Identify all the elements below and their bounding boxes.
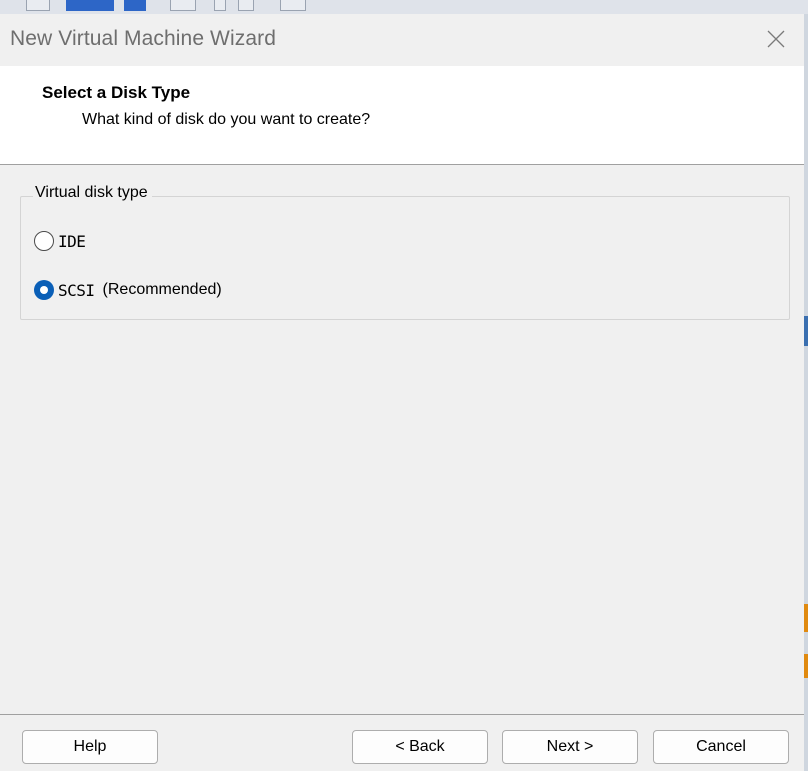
window-title: New Virtual Machine Wizard	[10, 27, 276, 50]
background-edge-mark	[804, 316, 808, 346]
background-toolbar-icon	[280, 0, 306, 11]
background-toolbar-icon	[214, 0, 226, 11]
wizard-header: Select a Disk Type What kind of disk do …	[0, 66, 804, 165]
radio-option-ide[interactable]: IDE	[34, 231, 86, 251]
background-toolbar-icon	[66, 0, 114, 11]
background-app-edge	[804, 14, 808, 771]
background-edge-mark	[804, 604, 808, 632]
radio-button-ide[interactable]	[34, 231, 54, 251]
radio-label-ide: IDE	[58, 231, 86, 251]
back-button[interactable]: < Back	[352, 730, 488, 764]
radio-label-scsi: SCSI	[58, 280, 95, 300]
background-toolbar-icon	[238, 0, 254, 11]
title-bar[interactable]: New Virtual Machine Wizard	[0, 14, 804, 66]
background-app-strip	[0, 0, 808, 14]
help-button[interactable]: Help	[22, 730, 158, 764]
recommended-note: (Recommended)	[102, 281, 222, 298]
page-subtitle: What kind of disk do you want to create?	[82, 111, 371, 128]
background-edge-mark	[804, 654, 808, 678]
group-legend: Virtual disk type	[33, 184, 152, 202]
cancel-button[interactable]: Cancel	[653, 730, 789, 764]
footer-divider	[0, 714, 804, 715]
radio-option-scsi[interactable]: SCSI (Recommended)	[34, 280, 222, 300]
radio-button-scsi[interactable]	[34, 280, 54, 300]
close-button[interactable]	[756, 20, 796, 58]
background-toolbar-icon	[170, 0, 196, 11]
wizard-window: New Virtual Machine Wizard Select a Disk…	[0, 14, 804, 771]
virtual-disk-type-group: Virtual disk type IDE SCSI (Recommended)	[20, 184, 790, 320]
background-toolbar-icon	[26, 0, 50, 11]
close-icon	[766, 29, 786, 49]
next-button[interactable]: Next >	[502, 730, 638, 764]
background-toolbar-icon	[124, 0, 146, 11]
page-title: Select a Disk Type	[42, 83, 191, 102]
